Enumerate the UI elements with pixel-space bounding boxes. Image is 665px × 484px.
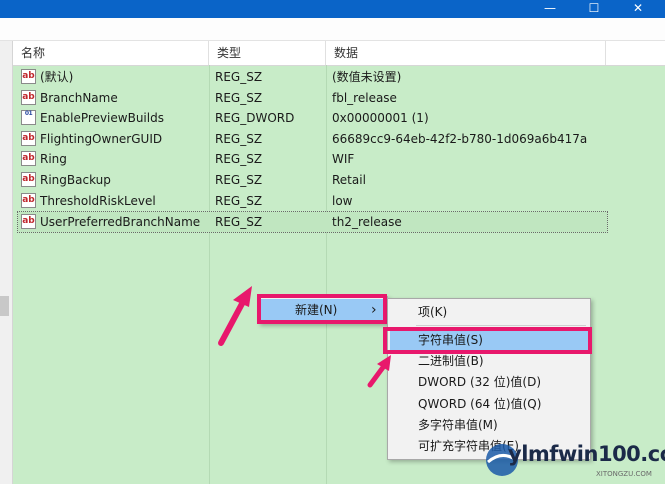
arrow-icon xyxy=(218,286,252,346)
watermark-subtext: XITONGZU.COM xyxy=(596,470,652,478)
annotation-arrows xyxy=(218,286,391,388)
watermark: ylmfwin100.com XITONGZU.COM xyxy=(478,428,665,484)
arrow-icon xyxy=(367,355,391,388)
watermark-text: ylmfwin100.com xyxy=(508,442,665,466)
